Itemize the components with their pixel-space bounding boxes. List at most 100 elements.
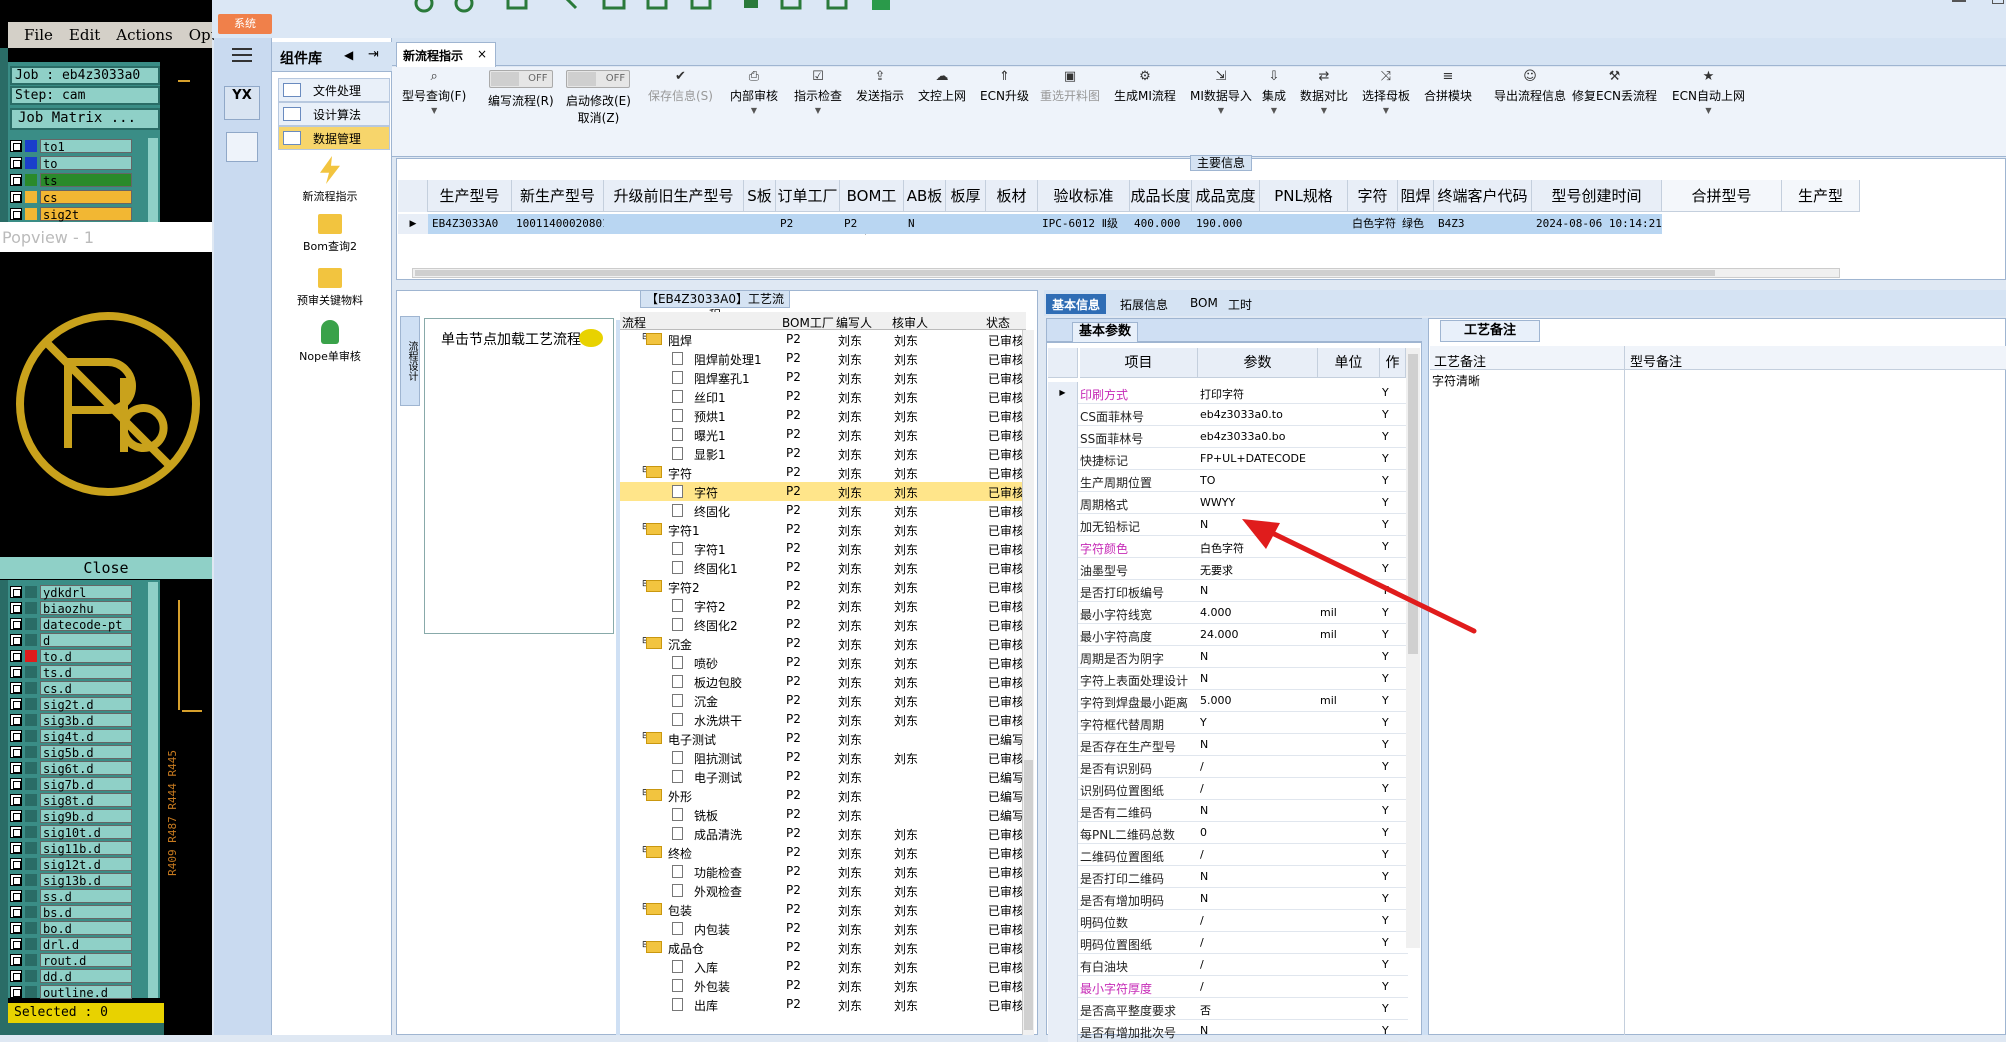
param-row[interactable]: 生产周期位置 TO Y (1048, 470, 1408, 492)
layer-checkbox[interactable] (10, 729, 22, 742)
param-row[interactable]: 快捷标记 FP+UL+DATECODE Y (1048, 448, 1408, 470)
param-value[interactable]: 0 (1200, 826, 1312, 839)
minimize-icon[interactable] (1952, 0, 1966, 2)
layer-checkbox[interactable] (10, 190, 22, 203)
tree-row[interactable]: ⊟字符2P2刘东刘东已审核 (620, 577, 1022, 596)
info-tab[interactable]: 基本信息 (1046, 294, 1107, 314)
param-row[interactable]: 周期格式 WWYY Y (1048, 492, 1408, 514)
param-value[interactable]: N (1200, 650, 1312, 663)
grid-col-header[interactable]: 成品宽度 (1192, 180, 1260, 212)
param-value[interactable]: TO (1200, 474, 1312, 487)
grid-cell[interactable]: 10011400020801 (512, 214, 604, 234)
grid-cell[interactable]: 绿色 (1398, 214, 1434, 234)
tree-row[interactable]: ⊟字符P2刘东刘东已审核 (620, 463, 1022, 482)
param-scrollbar[interactable] (1406, 348, 1420, 948)
ribbon-button[interactable]: ☺ 导出流程信息 (1494, 70, 1566, 104)
ribbon-button[interactable]: ⇲ MI数据导入 ▼ (1190, 70, 1252, 116)
param-row[interactable]: 字符上表面处理设计 N Y (1048, 668, 1408, 690)
param-row[interactable]: 周期是否为阴字 N Y (1048, 646, 1408, 668)
grid-cell[interactable]: 2024-08-06 10:14:21 (1532, 214, 1662, 234)
layer-checkbox[interactable] (10, 745, 22, 758)
layer-row[interactable]: drl.d (10, 936, 132, 952)
param-value[interactable]: N (1200, 1024, 1312, 1037)
param-value[interactable]: FP+UL+DATECODE (1200, 452, 1312, 465)
layer-checkbox[interactable] (10, 793, 22, 806)
tree-row[interactable]: 终固化 P2 刘东 刘东 已审核 (620, 501, 1022, 520)
tree-row[interactable]: 外观检查 P2 刘东 刘东 已审核 (620, 881, 1022, 900)
menu-edit[interactable]: Edit (69, 26, 100, 44)
param-value[interactable]: WWYY (1200, 496, 1312, 509)
tree-row[interactable]: 阻抗测试 P2 刘东 刘东 已审核 (620, 748, 1022, 767)
layer-row[interactable]: sig10t.d (10, 824, 132, 840)
toggle-switch[interactable]: OFF (566, 70, 631, 88)
layer-row[interactable]: sig2t.d (10, 696, 132, 712)
grid-col-header[interactable]: 生产型 (1782, 180, 1860, 212)
layer-row[interactable]: to1 (10, 138, 132, 154)
layer-checkbox[interactable] (10, 761, 22, 774)
layer-row[interactable]: cs.d (10, 680, 132, 696)
param-row[interactable]: 有白油块 / Y (1048, 954, 1408, 976)
param-value[interactable]: N (1200, 738, 1312, 751)
comp-item-algorithm[interactable]: 设计算法 (278, 102, 390, 126)
tab-new-flow[interactable]: 新流程指示 × (396, 42, 496, 67)
info-tab[interactable]: BOM (1184, 294, 1224, 314)
tree-row[interactable]: 阻焊前处理1 P2 刘东 刘东 已审核 (620, 349, 1022, 368)
craft-note-value[interactable]: 字符清晰 (1432, 372, 1480, 389)
layer-row[interactable]: to.d (10, 648, 132, 664)
layer-row[interactable]: sig5b.d (10, 744, 132, 760)
layer-row[interactable]: bs.d (10, 904, 132, 920)
layer-checkbox[interactable] (10, 156, 22, 169)
param-row[interactable]: 明码位数 / Y (1048, 910, 1408, 932)
layer-row[interactable]: ts (10, 172, 132, 188)
grid-cell[interactable]: P2 (776, 214, 840, 234)
ribbon-button[interactable]: ⇩ 集成 ▼ (1262, 70, 1286, 116)
param-value[interactable]: eb4z3033a0.to (1200, 408, 1312, 421)
tree-row[interactable]: 板边包胶 P2 刘东 刘东 已审核 (620, 672, 1022, 691)
tool-bom-query[interactable]: Bom查询2 (280, 214, 380, 254)
param-row[interactable]: 是否存在生产型号 N Y (1048, 734, 1408, 756)
tree-row[interactable]: 入库 P2 刘东 刘东 已审核 (620, 957, 1022, 976)
param-value[interactable]: eb4z3033a0.bo (1200, 430, 1312, 443)
layer-row[interactable]: dd.d (10, 968, 132, 984)
tree-row[interactable]: ⊟沉金P2刘东刘东已审核 (620, 634, 1022, 653)
param-value[interactable]: / (1200, 936, 1312, 949)
chevron-down-icon[interactable]: ▼ (1362, 106, 1410, 115)
tree-row[interactable]: 终固化2 P2 刘东 刘东 已审核 (620, 615, 1022, 634)
flow-tree-scrollbar[interactable] (1022, 330, 1034, 1035)
grid-cell[interactable]: 白色字符 (1348, 214, 1398, 234)
tree-row[interactable]: 喷砂 P2 刘东 刘东 已审核 (620, 653, 1022, 672)
menu-file[interactable]: File (24, 26, 53, 44)
tree-row[interactable]: 水洗烘干 P2 刘东 刘东 已审核 (620, 710, 1022, 729)
layer-checkbox[interactable] (10, 921, 22, 934)
layer-row[interactable]: sig3b.d (10, 712, 132, 728)
param-value[interactable]: N (1200, 892, 1312, 905)
param-row[interactable]: 每PNL二维码总数 0 Y (1048, 822, 1408, 844)
layer-checkbox[interactable] (10, 633, 22, 646)
param-value[interactable]: / (1200, 782, 1312, 795)
param-row[interactable]: 二维码位置图纸 / Y (1048, 844, 1408, 866)
layer-checkbox[interactable] (10, 697, 22, 710)
ribbon-button[interactable]: ⇑ ECN升级 (980, 70, 1029, 104)
menu-actions[interactable]: Actions (116, 26, 172, 44)
chevron-down-icon[interactable]: ▼ (1672, 106, 1745, 115)
chevron-down-icon[interactable]: ▼ (730, 106, 778, 115)
chevron-down-icon[interactable]: ▼ (402, 106, 466, 115)
main-grid-hscrollbar[interactable] (412, 268, 1840, 278)
layer-checkbox[interactable] (10, 841, 22, 854)
tree-row[interactable]: ⊟终检P2刘东刘东已审核 (620, 843, 1022, 862)
layer-row[interactable]: datecode-pt (10, 616, 132, 632)
grid-col-header[interactable]: 板材 (986, 180, 1038, 212)
param-value[interactable]: / (1200, 980, 1312, 993)
info-tab[interactable]: 工时 (1222, 294, 1258, 314)
layer-row[interactable]: sig9b.d (10, 808, 132, 824)
param-row[interactable]: 是否打印二维码 N Y (1048, 866, 1408, 888)
param-row[interactable]: SS面菲林号 eb4z3033a0.bo Y (1048, 426, 1408, 448)
tree-row[interactable]: 曝光1 P2 刘东 刘东 已审核 (620, 425, 1022, 444)
calculator-module-icon[interactable] (226, 132, 258, 162)
tree-row[interactable]: 外包装 P2 刘东 刘东 已审核 (620, 976, 1022, 995)
grid-col-header[interactable]: S板 (744, 180, 776, 212)
tree-row[interactable]: 丝印1 P2 刘东 刘东 已审核 (620, 387, 1022, 406)
grid-col-header[interactable]: 合拼型号 (1662, 180, 1782, 212)
grid-col-header[interactable]: 终端客户代码 (1434, 180, 1532, 212)
ribbon-button[interactable]: ⎙ 内部审核 ▼ (730, 70, 778, 116)
